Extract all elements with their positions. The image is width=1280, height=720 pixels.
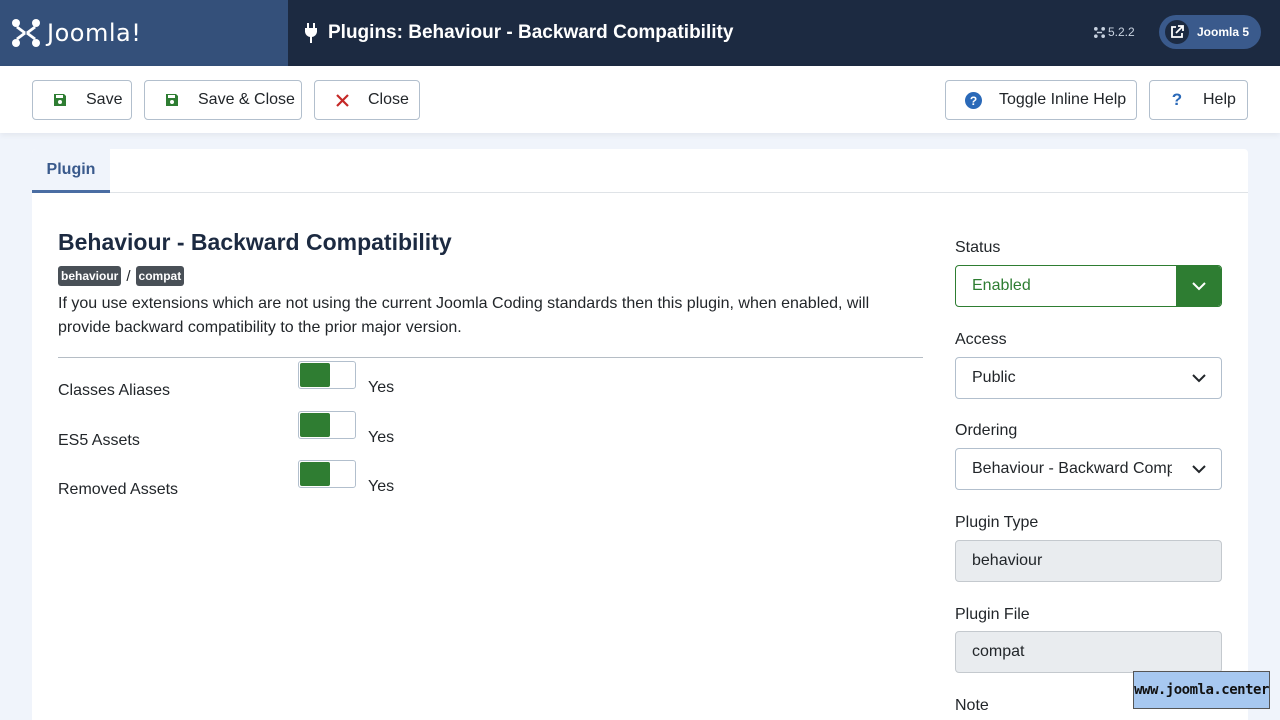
- tag-separator: /: [126, 267, 131, 285]
- admin-header: Joomla! Plugins: Behaviour - Backward Co…: [0, 0, 1280, 66]
- question-icon: ?: [1171, 90, 1183, 109]
- help-label: Help: [1203, 91, 1236, 108]
- note-label: Note: [955, 697, 989, 714]
- floppy-icon: [162, 93, 182, 107]
- save-close-label: Save & Close: [198, 91, 295, 108]
- view-site-label: Joomla 5: [1197, 25, 1250, 39]
- plug-icon: [305, 23, 317, 43]
- ordering-select[interactable]: Behaviour - Backward Compatibility: [955, 448, 1222, 490]
- toggle-inline-help-button[interactable]: ? Toggle Inline Help: [945, 80, 1137, 120]
- status-select[interactable]: Enabled: [955, 265, 1222, 307]
- version-badge: 5.2.2: [1094, 25, 1135, 39]
- status-label: Status: [955, 239, 1001, 256]
- plugin-folder-badge: behaviour: [58, 266, 122, 286]
- ordering-label: Ordering: [955, 422, 1018, 439]
- chevron-down-icon: [1176, 358, 1221, 398]
- tab-plugin[interactable]: Plugin: [32, 149, 110, 193]
- toggle-value: Yes: [368, 478, 395, 495]
- status-value: Enabled: [972, 277, 1031, 294]
- page-title: Plugins: Behaviour - Backward Compatibil…: [304, 0, 733, 66]
- plugin-file-field: compat: [955, 631, 1222, 673]
- toggle-knob: [300, 462, 330, 486]
- save-label: Save: [86, 91, 123, 108]
- classes-aliases-toggle[interactable]: [298, 361, 356, 389]
- plugin-form-card: Plugin Behaviour - Backward Compatibilit…: [32, 149, 1248, 720]
- version-text: 5.2.2: [1108, 25, 1135, 39]
- close-button[interactable]: Close: [314, 80, 420, 120]
- svg-text:?: ?: [969, 94, 976, 108]
- view-site-button[interactable]: Joomla 5: [1159, 15, 1261, 49]
- toggle-knob: [300, 413, 330, 437]
- close-icon: [332, 93, 352, 107]
- chevron-down-icon: [1176, 266, 1221, 306]
- ordering-value: Behaviour - Backward Compatibility: [972, 460, 1172, 477]
- save-close-button[interactable]: Save & Close: [144, 80, 302, 120]
- toggle-value: Yes: [368, 429, 395, 446]
- close-label: Close: [368, 91, 409, 108]
- plugin-description: If you use extensions which are not usin…: [58, 295, 870, 336]
- plugin-type-label: Plugin Type: [955, 514, 1039, 531]
- help-button[interactable]: ? Help: [1149, 80, 1248, 120]
- access-label: Access: [955, 331, 1007, 348]
- access-value: Public: [972, 369, 1016, 386]
- joomla-logo-icon: [12, 19, 40, 47]
- watermark: www.joomla.center: [1133, 671, 1270, 709]
- access-select[interactable]: Public: [955, 357, 1222, 399]
- chevron-down-icon: [1176, 449, 1221, 489]
- plugin-details: Behaviour - Backward Compatibility behav…: [58, 229, 923, 508]
- toolbar: Save Save & Close Close ? Toggle Inline …: [0, 66, 1280, 133]
- plugin-tags: behaviour / compat: [58, 266, 923, 286]
- option-label: Removed Assets: [58, 481, 179, 498]
- toggle-value: Yes: [368, 379, 395, 396]
- es5-assets-toggle[interactable]: [298, 411, 356, 439]
- page-title-text: Plugins: Behaviour - Backward Compatibil…: [328, 22, 734, 43]
- floppy-icon: [50, 93, 70, 107]
- tab-bar: Plugin: [32, 149, 1248, 193]
- plugin-element-badge: compat: [135, 266, 185, 286]
- removed-assets-toggle[interactable]: [298, 460, 356, 488]
- plugin-file-label: Plugin File: [955, 606, 1030, 623]
- plugin-title: Behaviour - Backward Compatibility: [58, 229, 452, 255]
- joomla-small-icon: [1094, 26, 1105, 38]
- option-label: ES5 Assets: [58, 432, 140, 449]
- option-label: Classes Aliases: [58, 382, 171, 399]
- toggle-help-label: Toggle Inline Help: [999, 91, 1127, 108]
- logo-text: Joomla!: [47, 19, 142, 47]
- plugin-type-field: behaviour: [955, 540, 1222, 582]
- joomla-logo[interactable]: Joomla!: [0, 0, 288, 66]
- toggle-knob: [300, 363, 330, 387]
- external-link-icon: [1165, 20, 1189, 44]
- question-circle-icon: ?: [963, 91, 983, 109]
- save-button[interactable]: Save: [32, 80, 132, 120]
